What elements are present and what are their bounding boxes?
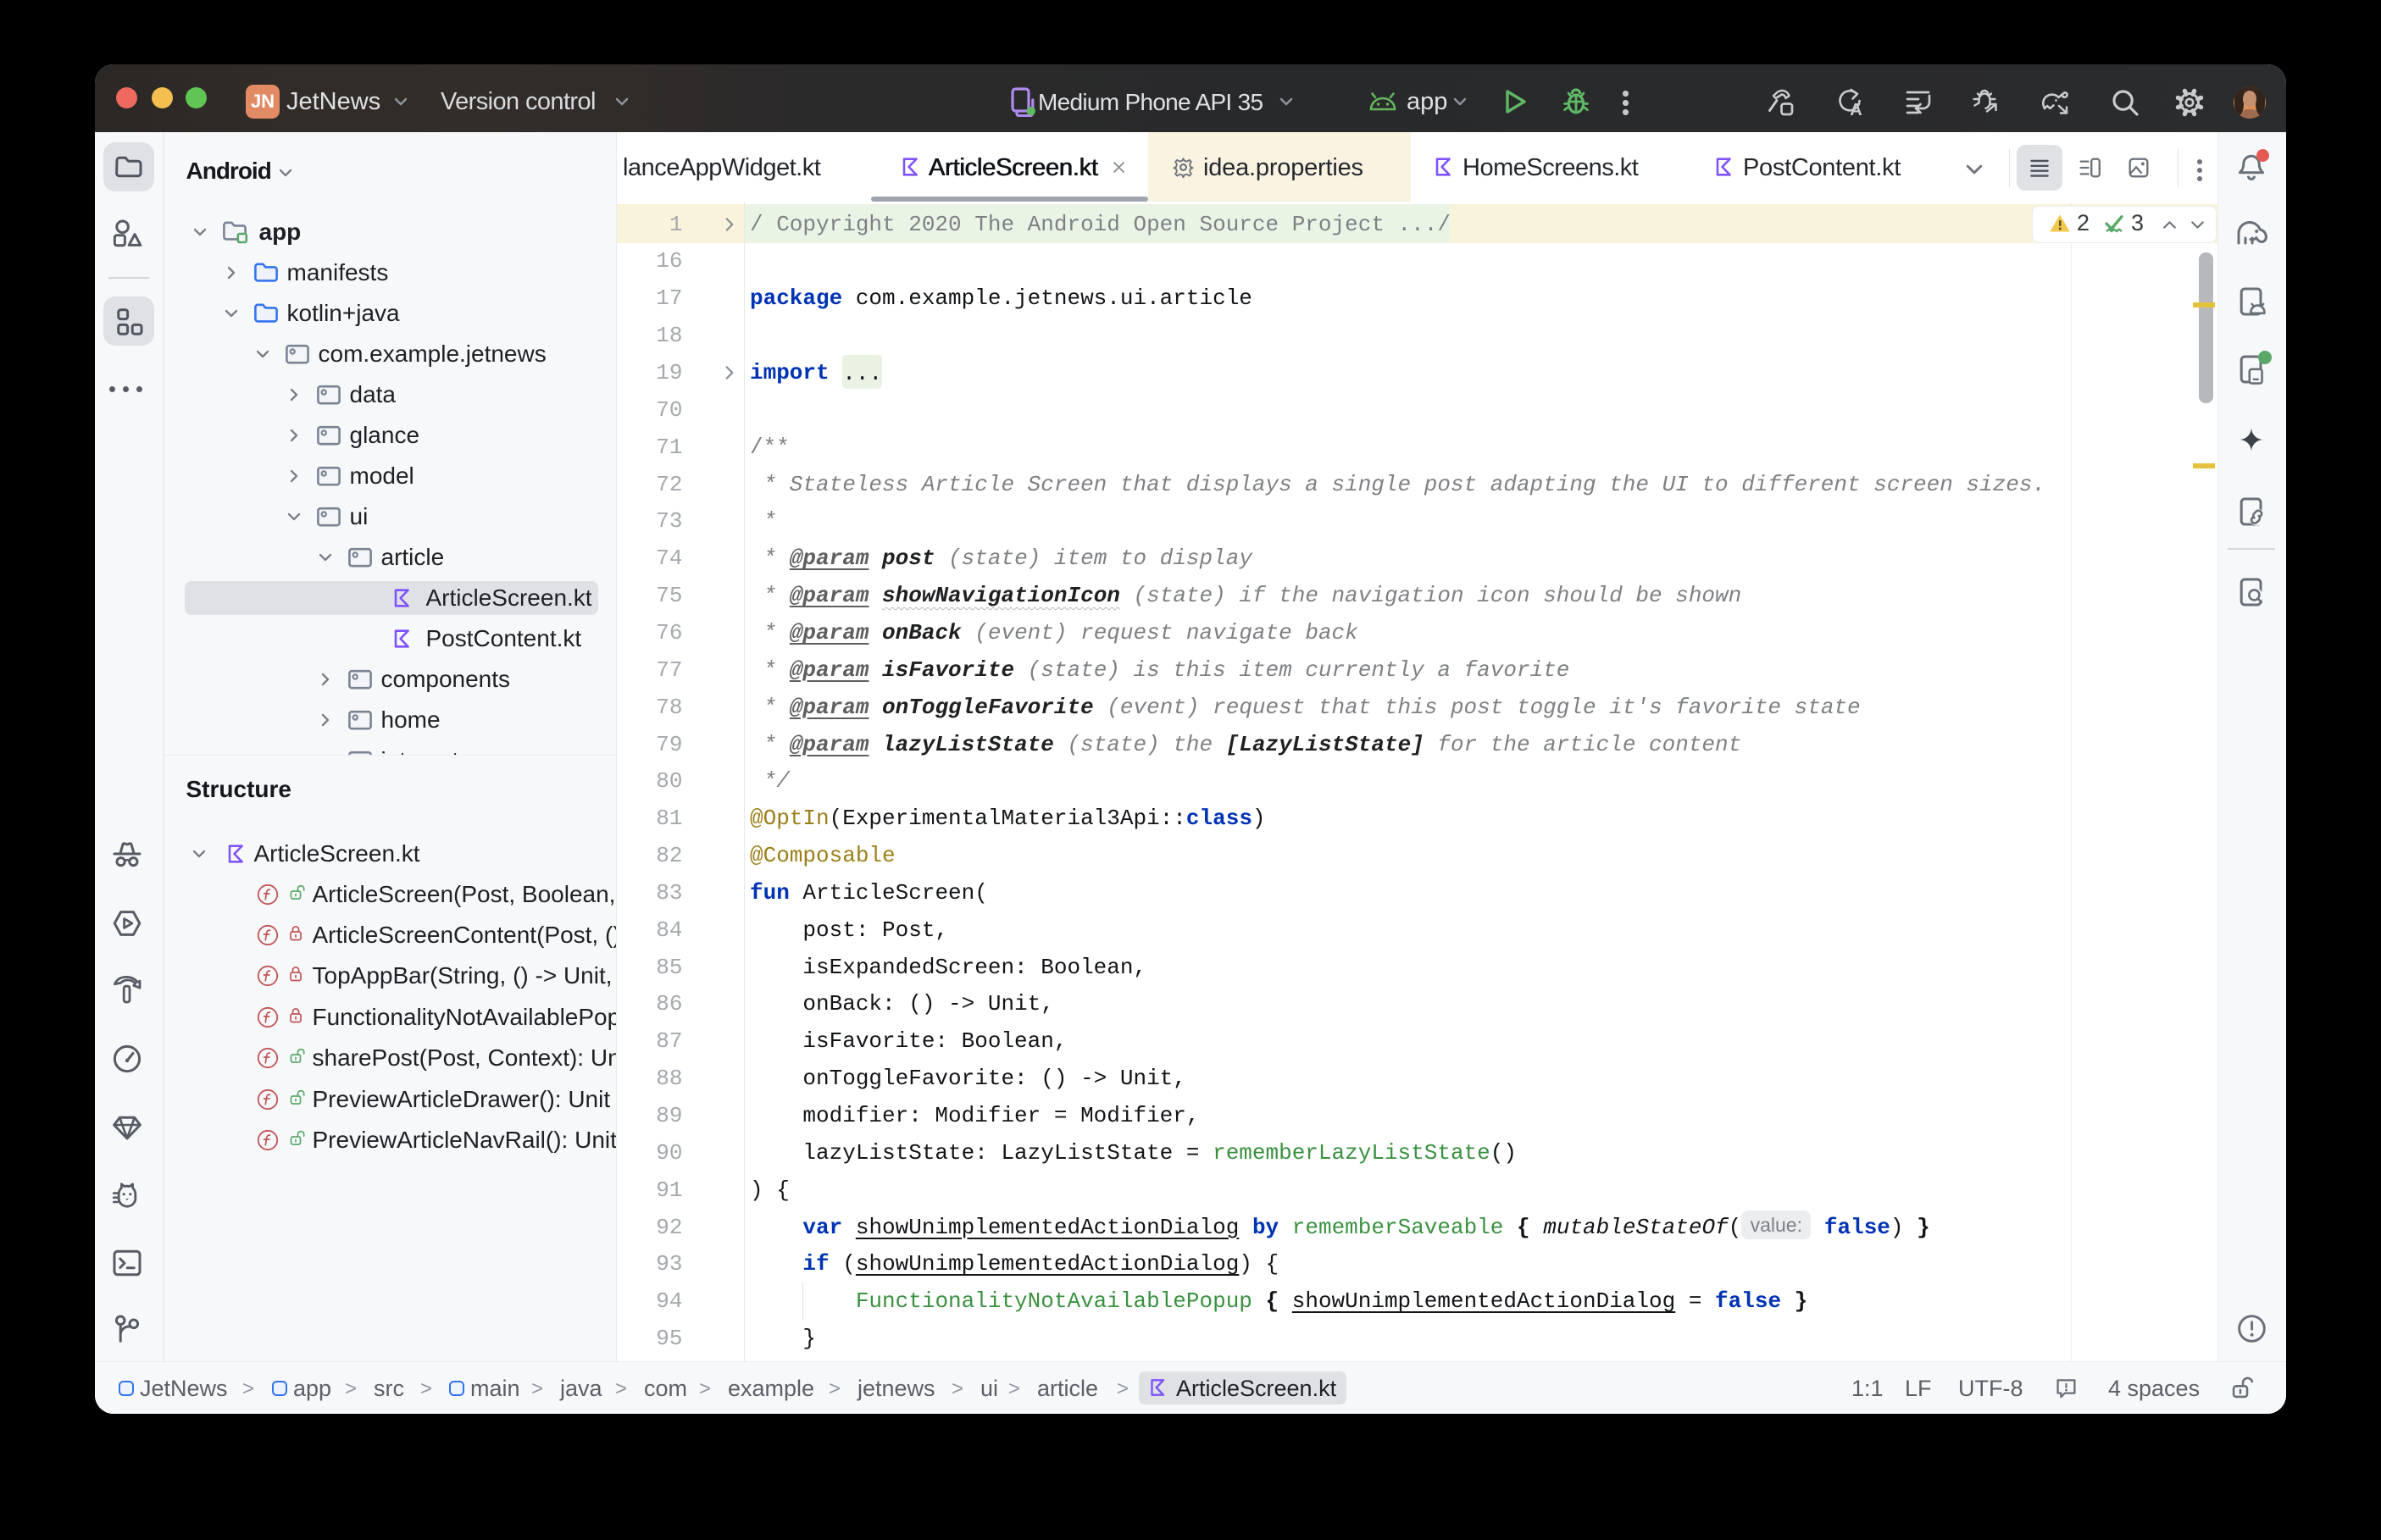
svg-text:A: A bbox=[1850, 101, 1862, 119]
